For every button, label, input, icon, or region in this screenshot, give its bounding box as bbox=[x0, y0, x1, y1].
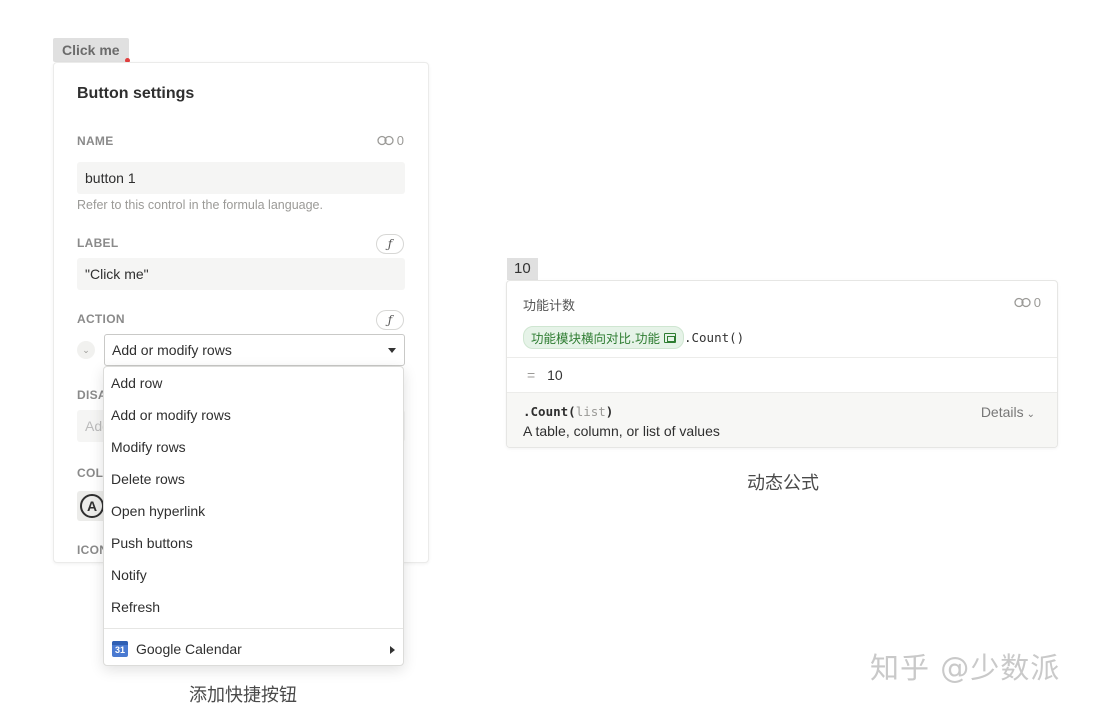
doc-divider bbox=[507, 392, 1057, 393]
menu-item-delete-rows[interactable]: Delete rows bbox=[104, 463, 403, 495]
formula-result: = 10 bbox=[527, 367, 563, 383]
menu-item-google-calendar[interactable]: 31 Google Calendar bbox=[104, 633, 403, 665]
action-select[interactable]: Add or modify rows bbox=[104, 334, 405, 366]
result-equals: = bbox=[527, 367, 536, 383]
menu-item-add-or-modify-rows[interactable]: Add or modify rows bbox=[104, 399, 403, 431]
action-select-value: Add or modify rows bbox=[112, 342, 232, 358]
google-calendar-label: Google Calendar bbox=[136, 641, 242, 657]
card-divider bbox=[507, 357, 1057, 358]
name-helper-text: Refer to this control in the formula lan… bbox=[77, 198, 323, 212]
caret-down-icon bbox=[388, 348, 396, 353]
watermark: 知乎 @少数派 bbox=[870, 651, 1061, 685]
doc-signature: .Count(list) bbox=[523, 404, 613, 419]
menu-item-modify-rows[interactable]: Modify rows bbox=[104, 431, 403, 463]
label-formula-icon[interactable]: ƒ bbox=[376, 234, 404, 254]
menu-item-refresh[interactable]: Refresh bbox=[104, 591, 403, 623]
formula-link-count-value: 0 bbox=[1033, 295, 1041, 310]
label-section-label: LABEL bbox=[77, 236, 119, 250]
action-section-label: ACTION bbox=[77, 312, 125, 326]
doc-signature-param: list bbox=[575, 404, 606, 419]
formula-method: .Count() bbox=[683, 330, 745, 345]
chevron-down-icon: ⌄ bbox=[1026, 409, 1035, 420]
column-reference-pill[interactable]: 功能模块横向对比.功能 bbox=[523, 326, 684, 349]
right-caption: 动态公式 bbox=[747, 473, 819, 494]
formula-doc-area: .Count(list) A table, column, or list of… bbox=[507, 392, 1057, 447]
details-button[interactable]: Details ⌄ bbox=[981, 404, 1035, 420]
doc-signature-name: .Count( bbox=[523, 404, 576, 419]
menu-item-notify[interactable]: Notify bbox=[104, 559, 403, 591]
caret-right-icon bbox=[390, 646, 395, 654]
label-input[interactable]: "Click me" bbox=[77, 258, 405, 290]
chevron-down-icon[interactable]: ⌄ bbox=[77, 341, 95, 359]
doc-description: A table, column, or list of values bbox=[523, 423, 720, 439]
link-icon bbox=[1014, 297, 1031, 308]
formula-expression[interactable]: 功能模块横向对比.功能 .Count() bbox=[523, 326, 744, 349]
action-dropdown-menu: Add row Add or modify rows Modify rows D… bbox=[103, 366, 404, 666]
formula-name[interactable]: 功能计数 bbox=[523, 295, 575, 314]
doc-signature-close: ) bbox=[605, 404, 614, 419]
link-icon bbox=[377, 135, 394, 146]
google-calendar-icon: 31 bbox=[112, 641, 128, 657]
left-caption: 添加快捷按钮 bbox=[189, 685, 297, 706]
menu-item-add-row[interactable]: Add row bbox=[104, 367, 403, 399]
name-input[interactable]: button 1 bbox=[77, 162, 405, 194]
menu-item-open-hyperlink[interactable]: Open hyperlink bbox=[104, 495, 403, 527]
click-me-button-preview[interactable]: Click me bbox=[53, 38, 130, 63]
panel-title: Button settings bbox=[77, 85, 195, 102]
name-section-label: NAME bbox=[77, 134, 114, 148]
button-preview-label: Click me bbox=[62, 42, 120, 58]
menu-divider bbox=[104, 628, 403, 629]
name-link-count[interactable]: 0 bbox=[377, 133, 404, 148]
formula-value-chip[interactable]: 10 bbox=[507, 258, 538, 280]
menu-item-push-buttons[interactable]: Push buttons bbox=[104, 527, 403, 559]
details-label: Details bbox=[980, 404, 1024, 420]
formula-card: 功能计数 0 功能模块横向对比.功能 .Count() = 10 .Count(… bbox=[506, 280, 1058, 448]
column-reference-text: 功能模块横向对比.功能 bbox=[531, 331, 660, 346]
result-value: 10 bbox=[547, 367, 563, 383]
table-icon bbox=[663, 332, 676, 343]
circled-a-icon: A bbox=[80, 494, 104, 518]
action-formula-icon[interactable]: ƒ bbox=[376, 310, 404, 330]
formula-link-count[interactable]: 0 bbox=[1014, 295, 1041, 310]
link-count-value: 0 bbox=[396, 133, 404, 148]
